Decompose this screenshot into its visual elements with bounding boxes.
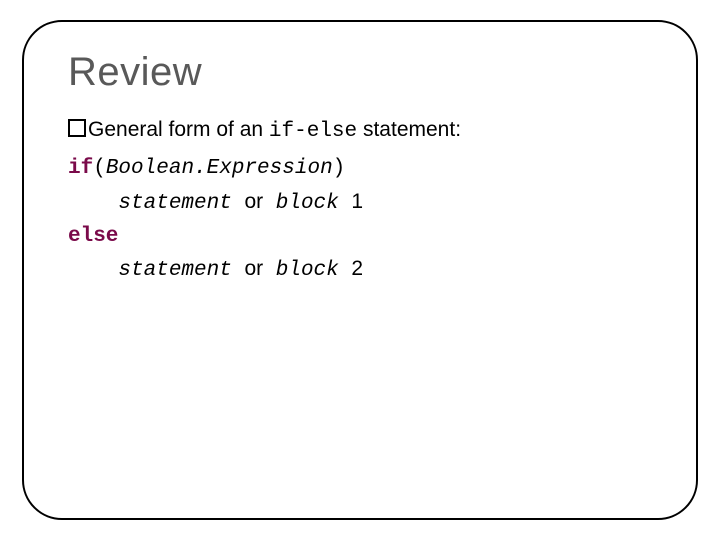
keyword-else: else [68, 225, 118, 248]
or-2: or [244, 257, 263, 280]
paren-open: ( [93, 157, 106, 180]
indent-2 [68, 259, 118, 282]
statement-1: statement [118, 192, 244, 215]
num-2: 2 [351, 257, 363, 280]
bullet-code: if-else [269, 120, 357, 143]
indent-1 [68, 192, 118, 215]
bullet-square-icon [68, 119, 86, 137]
statement-2: statement [118, 259, 244, 282]
code-block: if(Boolean.Expression) statement or bloc… [68, 153, 652, 287]
block-1a: block [263, 192, 351, 215]
slide-frame: Review General form of an if-else statem… [22, 20, 698, 520]
or-1: or [244, 190, 263, 213]
bullet-text-pre: General form of an [88, 118, 269, 141]
slide-title: Review [68, 50, 652, 95]
boolean-expression: Boolean.Expression [106, 157, 333, 180]
num-1: 1 [351, 190, 363, 213]
slide: Review General form of an if-else statem… [0, 0, 720, 540]
paren-close: ) [333, 157, 346, 180]
keyword-if: if [68, 157, 93, 180]
block-2a: block [263, 259, 351, 282]
bullet-text-post: statement: [357, 118, 461, 141]
bullet-line: General form of an if-else statement: [68, 115, 652, 147]
